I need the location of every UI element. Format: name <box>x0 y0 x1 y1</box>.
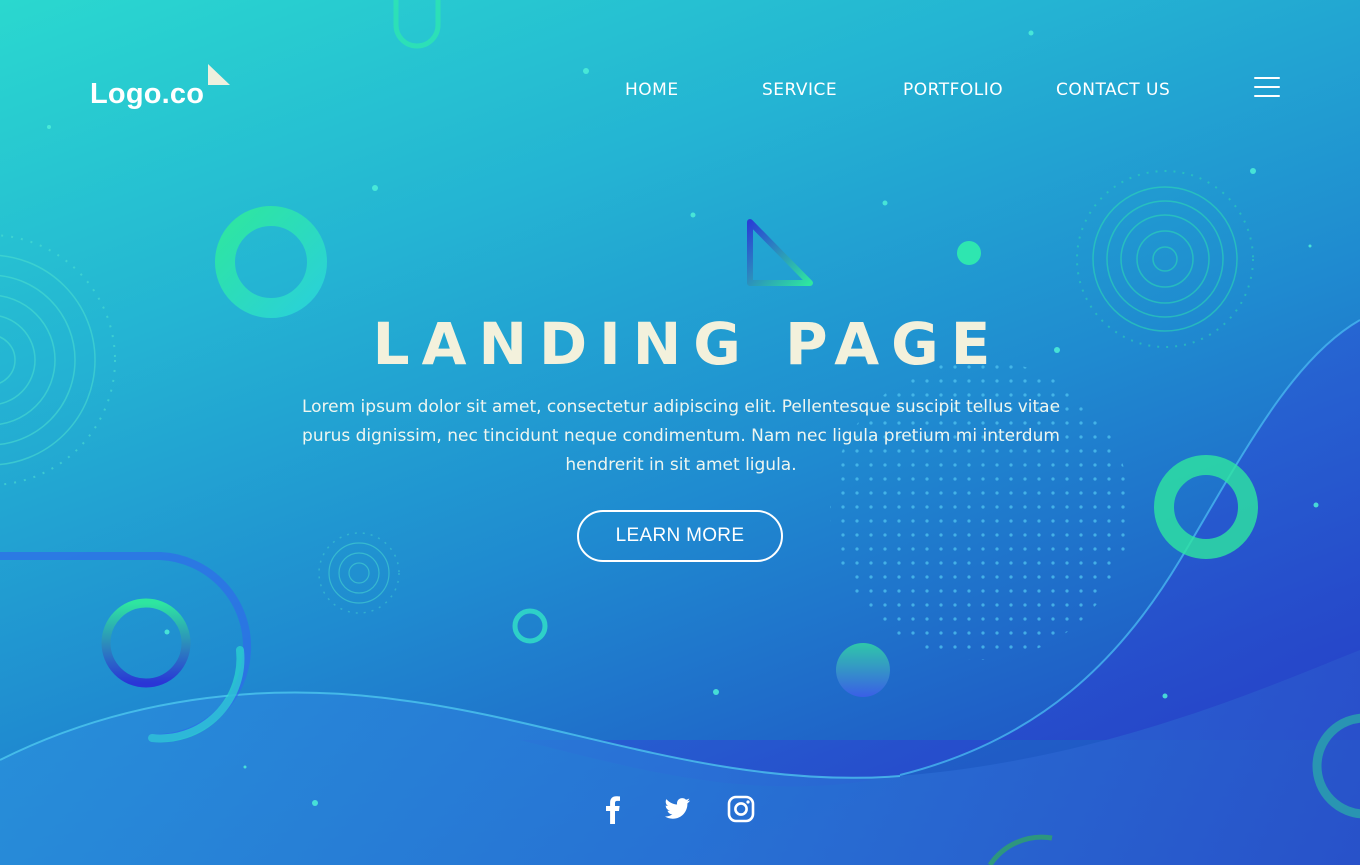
nav-portfolio[interactable]: PORTFOLIO <box>903 80 1003 100</box>
hero-description: Lorem ipsum dolor sit amet, consectetur … <box>301 397 1061 475</box>
hamburger-menu-icon[interactable] <box>1254 77 1280 99</box>
learn-more-button[interactable]: LEARN MORE <box>577 510 783 562</box>
twitter-icon[interactable] <box>662 794 692 824</box>
hero-title: LANDING PAGE <box>372 310 1003 378</box>
facebook-icon[interactable] <box>598 794 628 824</box>
nav-home[interactable]: HOME <box>625 80 679 100</box>
nav-contact-us[interactable]: CONTACT US <box>1056 80 1170 100</box>
landing-page: Logo.co HOME SERVICE PORTFOLIO CONTACT U… <box>0 0 1360 865</box>
instagram-icon[interactable] <box>726 794 756 824</box>
nav-service[interactable]: SERVICE <box>762 80 837 100</box>
main-nav: HOME SERVICE PORTFOLIO CONTACT US <box>0 80 1360 104</box>
